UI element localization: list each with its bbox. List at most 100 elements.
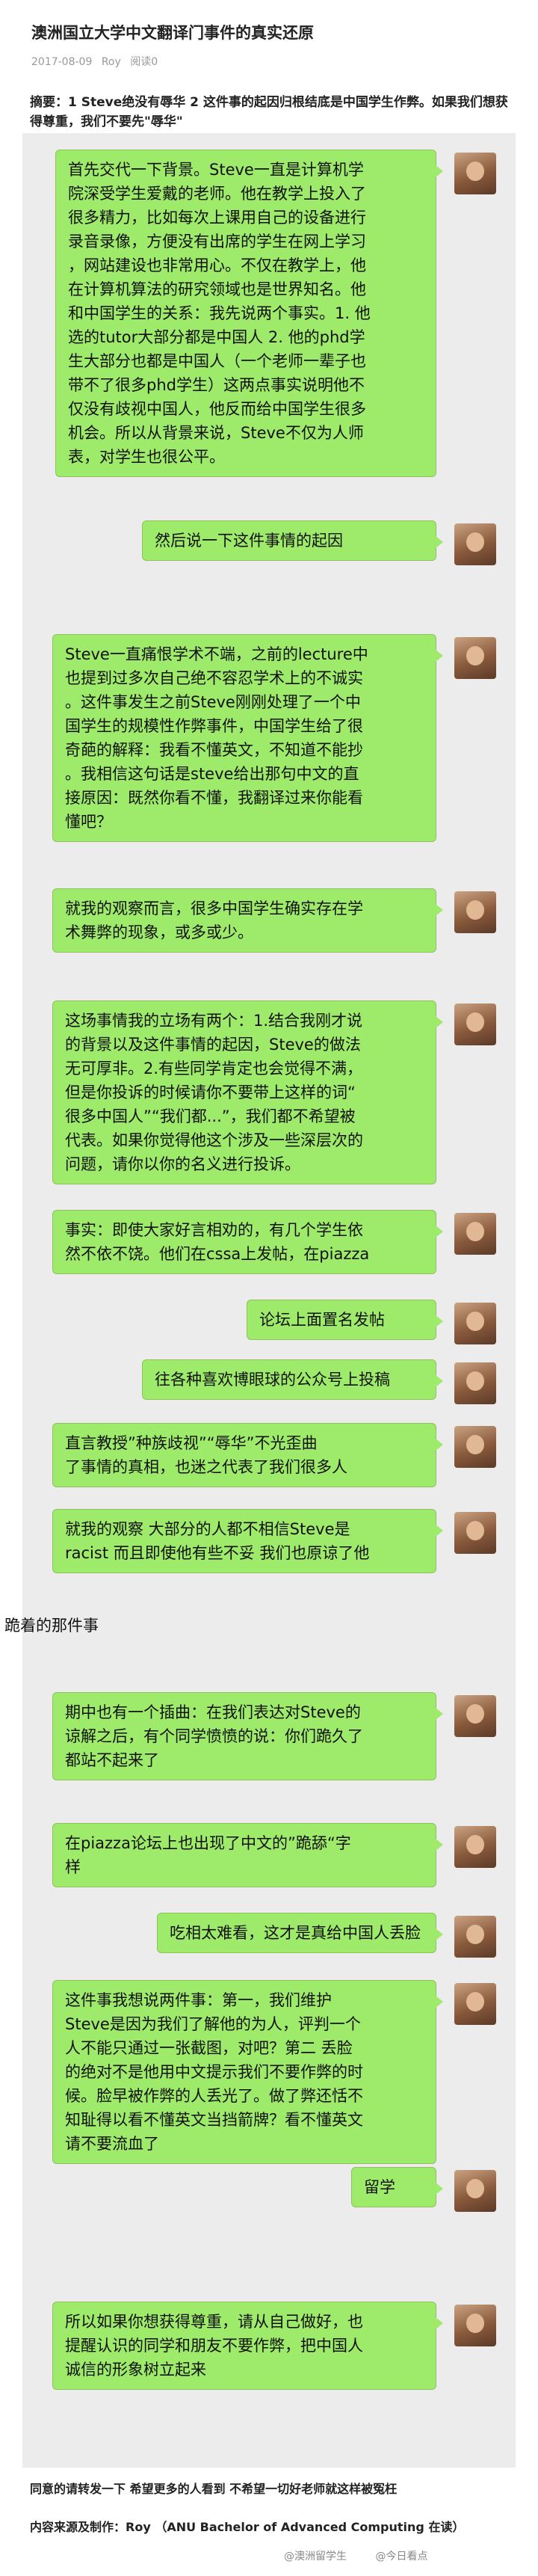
article-read-count: 阅读0 (130, 56, 158, 68)
chat-bubble-line: 很多精力，比如每次上课用自己的设备进行 (68, 209, 366, 227)
article-summary: 摘要：1 Steve绝没有辱华 2 这件事的起因归根结底是中国学生作弊。如果我们… (30, 95, 508, 129)
chat-bubble[interactable]: 这件事我想说两件事：第一，我们维护 Steve是因为我们了解他的为人，评判一个 人不… (52, 1980, 443, 2164)
watermark-right: @今日看点 (375, 2551, 428, 2563)
chat-bubble[interactable]: 事实：即使大家好言相劝的，有几个学生依 然不依不饶。他们在cssa上发帖，在pia… (52, 1210, 443, 1274)
sender-avatar[interactable] (454, 891, 496, 933)
chat-bubble-line: 奇葩的解释：我看不懂英文，不知道不能抄 (65, 741, 363, 759)
sender-avatar[interactable] (454, 153, 496, 194)
chat-bubble-line: 的背景以及这件事情的起因，Steve的做法 (65, 1036, 361, 1054)
sender-avatar[interactable] (454, 1362, 496, 1404)
sender-avatar[interactable] (454, 1695, 496, 1737)
chat-bubble[interactable]: 就我的观察 大部分的人都不相信Steve是 racist 而且即使他有些不妥 我们… (52, 1509, 443, 1573)
chat-bubble-line: 懂吧？ (65, 813, 112, 831)
chat-plain-text: 跪着的那件事 (4, 1617, 99, 1635)
avatar-face-icon (466, 1312, 484, 1331)
chat-bubble-line: 都站不起来了 (65, 1751, 159, 1769)
avatar-face-icon (466, 1992, 484, 2011)
sender-avatar[interactable] (454, 1213, 496, 1255)
chat-bubble-line: 所以如果你想获得尊重，请从自己做好，也 (65, 2313, 363, 2331)
chat-bubble[interactable]: 就我的观察而言，很多中国学生确实存在学 术舞弊的现象，或多或少。 (52, 888, 443, 953)
chat-bubble-line: 接原因：既然你看不懂，我翻译过来你能看 (65, 789, 363, 807)
chat-bubble[interactable]: 首先交代一下背景。Steve一直是计算机学 院深受学生爱戴的老师。他在教学上投入了… (55, 150, 443, 477)
chat-bubble-line: 这件事我想说两件事：第一，我们维护 (65, 1991, 332, 2009)
chat-bubble-line: racist 而且即使他有些不妥 我们也原谅了他 (65, 1544, 370, 1562)
avatar-face-icon (466, 532, 484, 552)
chat-bubble-line: 在计算机算法的研究领域也是世界知名。他 (68, 280, 366, 298)
avatar-face-icon (466, 1835, 484, 1854)
chat-bubble-line: 诚信的形象树立起来 (65, 2361, 206, 2379)
chat-bubble-line: ，网站建设也非常用心。不仅在教学上，他 (68, 256, 366, 274)
chat-bubble-line: 代表。如果你觉得他这个涉及一些深层次的 (65, 1131, 363, 1149)
watermark-left: @澳洲留学生 (284, 2551, 347, 2563)
chat-bubble-line: 在piazza论坛上也出现了中文的”跪舔“字 (65, 1834, 351, 1852)
chat-bubble-line: 仅没有歧视中国人，他反而给中国学生很多 (68, 400, 366, 418)
chat-bubble-line: 知耻得以看不懂英文当挡箭牌？看不懂英文 (65, 2111, 363, 2129)
footer-share-note: 同意的请转发一下 希望更多的人看到 不希望一切好老师就这样被冤枉 (30, 2482, 398, 2496)
chat-bubble-line: 人不能只通过一张截图，对吧？第二 丢脸 (65, 2039, 353, 2057)
chat-bubble-line: 。这件事发生之前Steve刚刚处理了一个中 (65, 693, 361, 711)
chat-bubble[interactable]: Steve一直痛恨学术不端，之前的lecture中 也提到过多次自己绝不容忍学术上… (52, 634, 443, 842)
chat-bubble-line: 候。脸早被作弊的人丢光了。做了弊还恬不 (65, 2087, 363, 2105)
sender-avatar[interactable] (454, 1303, 496, 1344)
avatar-face-icon (466, 2314, 484, 2333)
sender-avatar[interactable] (454, 1983, 496, 2025)
chat-bubble[interactable]: 吃相太难看，这才是真给中国人丢脸 (157, 1913, 443, 1953)
chat-bubble-line: 吃相太难看，这才是真给中国人丢脸 (170, 1924, 421, 1942)
chat-bubble-line: 生大部分也都是中国人（一个老师一辈子也 (68, 352, 366, 370)
chat-bubble[interactable]: 论坛上面置名发帖 (247, 1300, 443, 1340)
chat-bubble-line: 就我的观察而言，很多中国学生确实存在学 (65, 900, 363, 917)
chat-bubble-line: 首先交代一下背景。Steve一直是计算机学 (68, 161, 364, 179)
watermark: @澳洲留学生 @今日看点 (284, 2548, 453, 2563)
avatar-face-icon (466, 1222, 484, 1241)
chat-bubble-line: 请不要流血了 (65, 2135, 159, 2153)
chat-bubble-line: 直言教授”种族歧视”“辱华”不光歪曲 (65, 1434, 318, 1452)
chat-bubble[interactable]: 直言教授”种族歧视”“辱华”不光歪曲 了事情的真相，也迷之代表了我们很多人 (52, 1423, 443, 1487)
avatar-face-icon (466, 2179, 484, 2198)
article-date: 2017-08-09 (31, 56, 93, 68)
chat-bubble-line: 很多中国人”“我们都...”，我们都不希望被 (65, 1107, 356, 1125)
chat-bubble-line: 。我相信这句话是steve给出那句中文的直 (65, 765, 359, 783)
sender-avatar[interactable] (454, 637, 496, 679)
chat-bubble-line: 提醒认识的同学和朋友不要作弊，把中国人 (65, 2337, 363, 2355)
avatar-face-icon (466, 900, 484, 920)
sender-avatar[interactable] (454, 1003, 496, 1045)
chat-bubble-line: 表，对学生也很公平。 (68, 448, 225, 466)
sender-avatar[interactable] (454, 1916, 496, 1958)
chat-bubble-line: 无可厚非。2.有些同学肯定也会觉得不满， (65, 1060, 363, 1078)
chat-bubble[interactable]: 留学 (351, 2167, 443, 2207)
chat-bubble[interactable]: 期中也有一个插曲：在我们表达对Steve的 谅解之后，有个同学愤愤的说：你们跪久了… (52, 1692, 443, 1780)
sender-avatar[interactable] (454, 2305, 496, 2346)
chat-bubble-line: 机会。所以从背景来说，Steve不仅为人师 (68, 424, 364, 442)
chat-bubble-line: 带不了很多phd学生）这两点事实说明他不 (68, 376, 365, 394)
chat-bubble-line: 但是你投诉的时候请你不要带上这样的词“ (65, 1083, 356, 1101)
chat-bubble-line: 院深受学生爱戴的老师。他在教学上投入了 (68, 185, 366, 203)
chat-bubble-line: 期中也有一个插曲：在我们表达对Steve的 (65, 1703, 361, 1721)
chat-bubble-line: 谅解之后，有个同学愤愤的说：你们跪久了 (65, 1727, 363, 1745)
article-meta: 2017-08-09 Roy 阅读0 (31, 54, 164, 69)
chat-bubble[interactable]: 所以如果你想获得尊重，请从自己做好，也 提醒认识的同学和朋友不要作弊，把中国人 诚信… (52, 2302, 443, 2390)
chat-bubble[interactable]: 往各种喜欢博眼球的公众号上投稿 (142, 1359, 443, 1400)
sender-avatar[interactable] (454, 1826, 496, 1868)
chat-bubble-line: 留学 (364, 2178, 395, 2196)
avatar-face-icon (466, 646, 484, 665)
avatar-face-icon (466, 162, 484, 181)
avatar-face-icon (466, 1925, 484, 1944)
chat-bubble[interactable]: 然后说一下这件事情的起因 (142, 520, 443, 561)
sender-avatar[interactable] (454, 523, 496, 565)
chat-bubble-line: 国学生的规模性作弊事件，中国学生给了很 (65, 717, 363, 735)
chat-bubble-line: 选的tutor大部分都是中国人 2. 他的phd学 (68, 328, 365, 346)
chat-bubble-line: 术舞弊的现象，或多或少。 (65, 923, 253, 941)
chat-bubble[interactable]: 在piazza论坛上也出现了中文的”跪舔“字样 (52, 1823, 443, 1887)
sender-avatar[interactable] (454, 1426, 496, 1468)
chat-bubble-line: 这场事情我的立场有两个：1.结合我刚才说 (65, 1012, 363, 1030)
sender-avatar[interactable] (454, 2170, 496, 2212)
chat-bubble-line: 然后说一下这件事情的起因 (155, 532, 343, 550)
chat-bubble-line: 事实：即使大家好言相劝的，有几个学生依 (65, 1221, 363, 1239)
article-author[interactable]: Roy (102, 56, 121, 68)
footer-source: 内容来源及制作：Roy （ANU Bachelor of Advanced Co… (30, 2520, 465, 2534)
chat-bubble[interactable]: 这场事情我的立场有两个：1.结合我刚才说 的背景以及这件事情的起因，Steve的做… (52, 1000, 443, 1184)
avatar-face-icon (466, 1012, 484, 1032)
avatar-face-icon (466, 1704, 484, 1724)
sender-avatar[interactable] (454, 1512, 496, 1554)
chat-bubble-line: Steve一直痛恨学术不端，之前的lecture中 (65, 645, 368, 663)
